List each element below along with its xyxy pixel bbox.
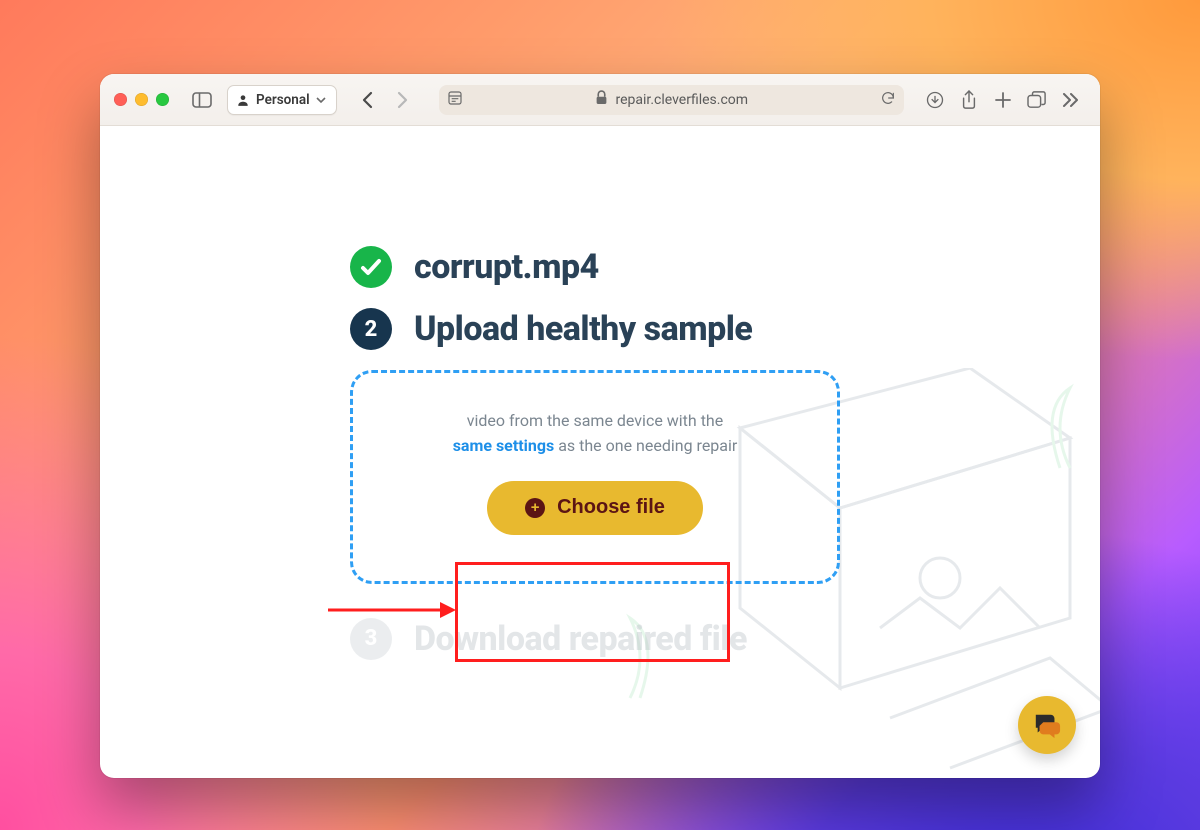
profile-label: Personal bbox=[256, 92, 310, 108]
chat-fab[interactable] bbox=[1018, 696, 1076, 754]
window-close-button[interactable] bbox=[114, 93, 127, 106]
step-2-row: 2 Upload healthy sample bbox=[350, 308, 860, 350]
step-1-title: corrupt.mp4 bbox=[414, 247, 599, 287]
navigation-arrows bbox=[353, 85, 417, 115]
address-text: repair.cleverfiles.com bbox=[616, 92, 749, 108]
profile-switcher[interactable]: Personal bbox=[227, 85, 337, 115]
back-button[interactable] bbox=[353, 85, 383, 115]
step-2-number-badge: 2 bbox=[350, 308, 392, 350]
person-icon bbox=[236, 93, 250, 107]
choose-file-label: Choose file bbox=[557, 496, 665, 519]
tabs-overview-button[interactable] bbox=[1022, 85, 1052, 115]
plus-icon: + bbox=[525, 498, 545, 518]
dropzone-hint: video from the same device with the same… bbox=[405, 409, 785, 459]
steps-wrapper: corrupt.mp4 2 Upload healthy sample vide… bbox=[100, 126, 860, 660]
hint-prefix: video from the same device with the bbox=[467, 411, 723, 430]
reload-button[interactable] bbox=[880, 90, 896, 110]
site-settings-icon[interactable] bbox=[447, 90, 463, 110]
toolbar-right bbox=[920, 85, 1086, 115]
downloads-button[interactable] bbox=[920, 85, 950, 115]
step-2-title: Upload healthy sample bbox=[414, 309, 752, 349]
chat-icon bbox=[1032, 711, 1062, 739]
browser-window: Personal repair.cleverfiles.com bbox=[100, 74, 1100, 778]
window-minimize-button[interactable] bbox=[135, 93, 148, 106]
step-3-row: 3 Download repaired file bbox=[350, 618, 860, 660]
choose-file-button[interactable]: + Choose file bbox=[487, 481, 703, 535]
browser-titlebar: Personal repair.cleverfiles.com bbox=[100, 74, 1100, 126]
window-controls bbox=[114, 93, 169, 106]
step-3-title: Download repaired file bbox=[414, 619, 747, 659]
window-zoom-button[interactable] bbox=[156, 93, 169, 106]
hint-link[interactable]: same settings bbox=[453, 436, 555, 455]
forward-button[interactable] bbox=[387, 85, 417, 115]
step-1-check-icon bbox=[350, 246, 392, 288]
upload-dropzone[interactable]: video from the same device with the same… bbox=[350, 370, 840, 584]
new-tab-button[interactable] bbox=[988, 85, 1018, 115]
share-button[interactable] bbox=[954, 85, 984, 115]
step-3-number-badge: 3 bbox=[350, 618, 392, 660]
desktop-background: Personal repair.cleverfiles.com bbox=[0, 0, 1200, 830]
sidebar-toggle-button[interactable] bbox=[187, 85, 217, 115]
address-bar[interactable]: repair.cleverfiles.com bbox=[439, 85, 904, 115]
chevron-down-icon bbox=[316, 95, 326, 105]
page-content: corrupt.mp4 2 Upload healthy sample vide… bbox=[100, 126, 1100, 778]
overflow-button[interactable] bbox=[1056, 85, 1086, 115]
hint-suffix: as the one needing repair bbox=[554, 436, 737, 455]
step-1-row: corrupt.mp4 bbox=[350, 246, 860, 288]
lock-icon bbox=[595, 90, 608, 109]
